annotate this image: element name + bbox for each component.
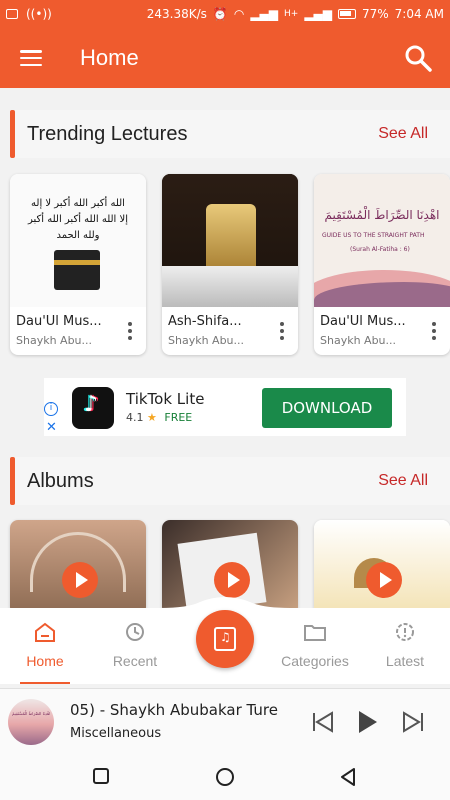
skip-previous-icon[interactable] bbox=[310, 709, 336, 735]
section-accent-bar bbox=[10, 457, 15, 505]
hamburger-menu-icon[interactable] bbox=[20, 50, 42, 66]
player-artwork: اهْدِنَا الصِّرَاطَ الْمُسْتَقِيمَ bbox=[8, 699, 54, 745]
thumb-english-text: GUIDE US TO THE STRAIGHT PATH bbox=[322, 232, 425, 239]
mini-player[interactable]: اهْدِنَا الصِّرَاطَ الْمُسْتَقِيمَ 05) -… bbox=[0, 688, 450, 756]
see-all-link[interactable]: See All bbox=[378, 472, 428, 490]
nav-label: Categories bbox=[281, 653, 349, 669]
more-options-icon[interactable] bbox=[432, 322, 438, 340]
close-icon[interactable]: ✕ bbox=[46, 420, 57, 435]
lecture-card[interactable]: اهْدِنَا الصِّرَاطَ الْمُسْتَقِيمَ GUIDE… bbox=[314, 174, 450, 355]
carrier-label: H+ bbox=[284, 9, 299, 19]
albums-section: Albums See All bbox=[10, 457, 450, 505]
active-indicator bbox=[20, 682, 70, 684]
ad-price: FREE bbox=[164, 411, 193, 424]
section-title: Trending Lectures bbox=[27, 122, 188, 145]
ad-app-name: TikTok Lite bbox=[126, 390, 205, 408]
nav-item-latest[interactable]: Latest bbox=[360, 622, 450, 669]
lecture-thumbnail: الله أكبر الله أكبر لا إله إلا الله الله… bbox=[10, 174, 146, 307]
history-icon bbox=[126, 623, 144, 641]
lecture-thumbnail: اهْدِنَا الصِّرَاطَ الْمُسْتَقِيمَ GUIDE… bbox=[314, 174, 450, 307]
play-icon[interactable] bbox=[366, 562, 402, 598]
trending-list: الله أكبر الله أكبر لا إله إلا الله الله… bbox=[10, 174, 450, 355]
ad-rating-row: 4.1 ★ FREE bbox=[126, 411, 192, 424]
folder-icon bbox=[304, 625, 326, 641]
battery-percent: 77% bbox=[362, 7, 389, 21]
more-options-icon[interactable] bbox=[128, 322, 134, 340]
lecture-title: Dau'Ul Mus... bbox=[16, 314, 102, 329]
lecture-speaker: Shaykh Abu... bbox=[16, 334, 93, 347]
nav-item-recent[interactable]: Recent bbox=[90, 622, 180, 669]
music-library-icon bbox=[214, 627, 236, 651]
tiktok-logo-icon bbox=[72, 387, 114, 429]
gear-badge-icon bbox=[396, 623, 414, 641]
thumb-arabic-text: اهْدِنَا الصِّرَاطَ الْمُسْتَقِيمَ bbox=[324, 208, 440, 222]
ad-banner[interactable]: i ✕ TikTok Lite 4.1 ★ FREE DOWNLOAD bbox=[44, 378, 406, 436]
ad-rating: 4.1 bbox=[126, 411, 144, 424]
thumb-text-line: الله أكبر الله أكبر لا إله bbox=[31, 198, 125, 209]
download-button[interactable]: DOWNLOAD bbox=[262, 388, 392, 428]
music-library-button[interactable] bbox=[196, 610, 254, 668]
play-icon[interactable] bbox=[214, 562, 250, 598]
player-track-album: Miscellaneous bbox=[70, 726, 162, 741]
nav-item-categories[interactable]: Categories bbox=[270, 622, 360, 669]
app-bar: Home bbox=[0, 28, 450, 88]
lecture-speaker: Shaykh Abu... bbox=[320, 334, 397, 347]
signal-icon-2: ▂▄▆ bbox=[304, 7, 332, 21]
hotspot-icon: ((•)) bbox=[26, 7, 52, 21]
info-icon[interactable]: i bbox=[44, 402, 58, 416]
cast-icon bbox=[6, 9, 18, 19]
lecture-title: Ash-Shifa... bbox=[168, 314, 242, 329]
albums-header: Albums See All bbox=[10, 457, 450, 505]
battery-icon bbox=[338, 9, 356, 19]
clock: 7:04 AM bbox=[394, 7, 444, 21]
skip-next-icon[interactable] bbox=[400, 709, 426, 735]
network-speed: 243.38K/s bbox=[146, 7, 207, 21]
thumb-reference: (Surah Al-Fatiha : 6) bbox=[350, 246, 410, 253]
lecture-card[interactable]: Ash-Shifa... Shaykh Abu... bbox=[162, 174, 298, 355]
system-navigation-bar bbox=[0, 756, 450, 800]
thumb-text-line: إلا الله الله أكبر الله أكبر bbox=[27, 214, 128, 225]
nav-item-home[interactable]: Home bbox=[0, 622, 90, 669]
play-icon[interactable] bbox=[62, 562, 98, 598]
back-icon[interactable] bbox=[340, 768, 356, 786]
home-circle-icon[interactable] bbox=[216, 768, 234, 786]
wifi-icon: ◠ bbox=[233, 7, 245, 21]
section-accent-bar bbox=[10, 110, 15, 158]
page-title: Home bbox=[80, 45, 139, 70]
more-options-icon[interactable] bbox=[280, 322, 286, 340]
see-all-link[interactable]: See All bbox=[378, 125, 428, 143]
recents-icon[interactable] bbox=[93, 768, 109, 784]
search-icon[interactable] bbox=[404, 44, 432, 72]
lecture-thumbnail bbox=[162, 174, 298, 307]
section-title: Albums bbox=[27, 469, 94, 492]
play-icon[interactable] bbox=[354, 709, 380, 735]
home-icon bbox=[35, 622, 55, 642]
signal-icon: ▂▄▆ bbox=[250, 7, 278, 21]
trending-section: Trending Lectures See All bbox=[10, 110, 450, 158]
status-bar: ((•)) 243.38K/s ⏰ ◠ ▂▄▆ H+ ▂▄▆ 77% 7:04 … bbox=[0, 0, 450, 28]
kaaba-image bbox=[54, 250, 100, 290]
star-icon: ★ bbox=[147, 411, 157, 424]
lecture-card[interactable]: الله أكبر الله أكبر لا إله إلا الله الله… bbox=[10, 174, 146, 355]
trending-header: Trending Lectures See All bbox=[10, 110, 450, 158]
lecture-speaker: Shaykh Abu... bbox=[168, 334, 245, 347]
lecture-title: Dau'Ul Mus... bbox=[320, 314, 406, 329]
nav-label: Home bbox=[26, 653, 64, 669]
player-track-title: 05) - Shaykh Abubakar Ture bbox=[70, 701, 278, 719]
nav-label: Recent bbox=[112, 653, 158, 669]
alarm-icon: ⏰ bbox=[212, 7, 228, 21]
nav-label: Latest bbox=[385, 653, 425, 669]
thumb-text-line: ولله الحمد bbox=[56, 230, 100, 241]
